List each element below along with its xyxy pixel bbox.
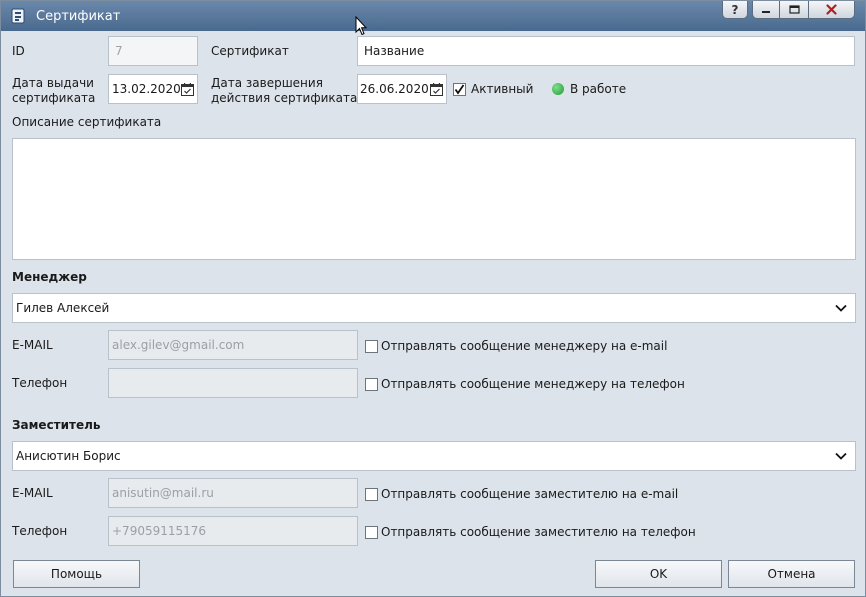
checkmark-icon bbox=[454, 84, 465, 95]
active-label: Активный bbox=[471, 82, 534, 96]
close-button[interactable] bbox=[808, 1, 855, 19]
deputy-email-field[interactable]: anisutin@mail.ru bbox=[108, 478, 358, 508]
id-field[interactable]: 7 bbox=[108, 36, 198, 66]
description-label: Описание сертификата bbox=[12, 115, 162, 129]
issue-date-label-line2: сертификата bbox=[12, 91, 96, 105]
end-date-label-line2: действия сертификата bbox=[211, 91, 358, 105]
manager-email-notify-label: Отправлять сообщение менеджеру на e-mail bbox=[381, 339, 668, 353]
minimize-icon bbox=[762, 10, 770, 13]
manager-phone-field[interactable] bbox=[108, 368, 358, 398]
certificate-label: Сертификат bbox=[211, 44, 289, 58]
calendar-icon[interactable] bbox=[430, 83, 443, 96]
window-title: Сертификат bbox=[36, 9, 121, 24]
chevron-down-icon[interactable] bbox=[835, 452, 847, 460]
ok-button[interactable]: OK bbox=[595, 560, 722, 588]
deputy-phone-notify-label: Отправлять сообщение заместителю на теле… bbox=[381, 525, 696, 539]
end-date-input[interactable]: 26.06.2020 bbox=[357, 74, 447, 104]
deputy-selected-value: Анисютин Борис bbox=[16, 449, 121, 463]
help-button[interactable]: Помощь bbox=[13, 560, 140, 588]
manager-selected-value: Гилев Алексей bbox=[16, 301, 110, 315]
status-indicator-icon bbox=[552, 83, 564, 95]
manager-phone-notify-label: Отправлять сообщение менеджеру на телефо… bbox=[381, 377, 685, 391]
deputy-email-notify-checkbox[interactable] bbox=[365, 488, 378, 501]
manager-email-notify-checkbox[interactable] bbox=[365, 340, 378, 353]
manager-phone-label: Телефон bbox=[12, 376, 68, 390]
deputy-phone-field[interactable]: +79059115176 bbox=[108, 516, 358, 546]
issue-date-label-line1: Дата выдачи bbox=[12, 76, 94, 90]
end-date-label-line1: Дата завершения bbox=[211, 76, 323, 90]
issue-date-value: 13.02.2020 bbox=[112, 82, 181, 96]
active-checkbox[interactable] bbox=[453, 83, 466, 96]
status-label: В работе bbox=[570, 82, 627, 96]
maximize-button[interactable] bbox=[779, 1, 809, 19]
manager-select[interactable]: Гилев Алексей bbox=[12, 293, 856, 323]
manager-email-label: E-MAIL bbox=[12, 338, 53, 352]
deputy-email-label: E-MAIL bbox=[12, 486, 53, 500]
deputy-section-title: Заместитель bbox=[12, 418, 101, 432]
certificate-window: Сертификат ? ID 7 Сертификат Название Да… bbox=[0, 0, 866, 597]
deputy-phone-label: Телефон bbox=[12, 524, 68, 538]
help-window-button[interactable]: ? bbox=[722, 1, 748, 19]
deputy-phone-notify-checkbox[interactable] bbox=[365, 526, 378, 539]
cancel-button[interactable]: Отмена bbox=[728, 560, 855, 588]
end-date-value: 26.06.2020 bbox=[360, 82, 429, 96]
dialog-footer: Помощь OK Отмена bbox=[9, 556, 858, 591]
title-bar[interactable]: Сертификат ? bbox=[1, 1, 865, 31]
chevron-down-icon[interactable] bbox=[835, 304, 847, 312]
id-label: ID bbox=[12, 44, 25, 58]
deputy-email-notify-label: Отправлять сообщение заместителю на e-ma… bbox=[381, 487, 679, 501]
manager-section-title: Менеджер bbox=[12, 270, 87, 284]
maximize-icon bbox=[788, 4, 800, 14]
description-textarea[interactable] bbox=[12, 138, 856, 260]
help-icon: ? bbox=[731, 2, 739, 17]
manager-email-field[interactable]: alex.gilev@gmail.com bbox=[108, 330, 358, 360]
mouse-cursor-icon bbox=[355, 16, 367, 36]
manager-phone-notify-checkbox[interactable] bbox=[365, 378, 378, 391]
app-icon bbox=[11, 8, 25, 24]
calendar-icon[interactable] bbox=[181, 83, 194, 96]
close-icon bbox=[826, 4, 837, 15]
issue-date-input[interactable]: 13.02.2020 bbox=[108, 74, 198, 104]
certificate-name-input[interactable]: Название bbox=[357, 36, 855, 66]
minimize-button[interactable] bbox=[752, 1, 780, 19]
deputy-select[interactable]: Анисютин Борис bbox=[12, 441, 856, 471]
